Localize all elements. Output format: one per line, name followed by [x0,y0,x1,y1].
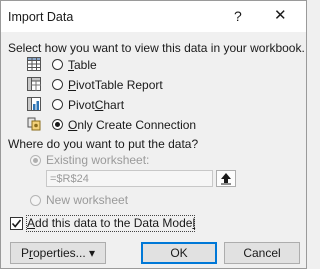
range-reference-input[interactable]: =$R$24 [46,170,213,187]
option-table-radio[interactable] [52,59,63,70]
properties-button[interactable]: Properties... ▾ [10,242,106,264]
option-connection-label[interactable]: Only Create Connection [68,118,196,132]
collapse-dialog-button[interactable] [216,170,236,187]
view-prompt: Select how you want to view this data in… [8,41,305,55]
new-worksheet-radio[interactable] [30,195,41,206]
new-worksheet-label[interactable]: New worksheet [46,193,128,207]
close-button[interactable]: ✕ [274,6,287,24]
location-prompt: Where do you want to put the data? [8,137,199,151]
pivottable-icon [27,77,41,91]
option-connection-radio[interactable] [52,119,63,130]
import-data-dialog: Import Data ? ✕ Select how you want to v… [0,0,307,269]
table-icon [27,57,41,71]
option-table-label[interactable]: Table [68,58,97,72]
option-pivotchart-radio[interactable] [52,99,63,110]
pivotchart-icon [27,97,41,111]
option-pivottable-label[interactable]: PivotTable Report [68,78,163,92]
dialog-title: Import Data [8,10,74,24]
option-pivotchart-label[interactable]: PivotChart [68,98,124,112]
dropdown-arrow-icon: ▾ [89,246,96,260]
data-model-checkbox[interactable] [10,217,23,230]
connection-icon [27,117,41,131]
ok-button[interactable]: OK [141,242,217,264]
option-pivottable-radio[interactable] [52,79,63,90]
checkmark-icon [11,219,22,228]
existing-worksheet-label[interactable]: Existing worksheet: [46,153,149,167]
data-model-label[interactable]: Add this data to the Data Model [27,216,195,230]
arrow-up-icon [221,173,231,185]
help-button[interactable]: ? [234,8,242,24]
title-bar: Import Data ? ✕ [1,1,306,32]
cancel-button[interactable]: Cancel [224,242,300,264]
existing-worksheet-radio[interactable] [30,155,41,166]
